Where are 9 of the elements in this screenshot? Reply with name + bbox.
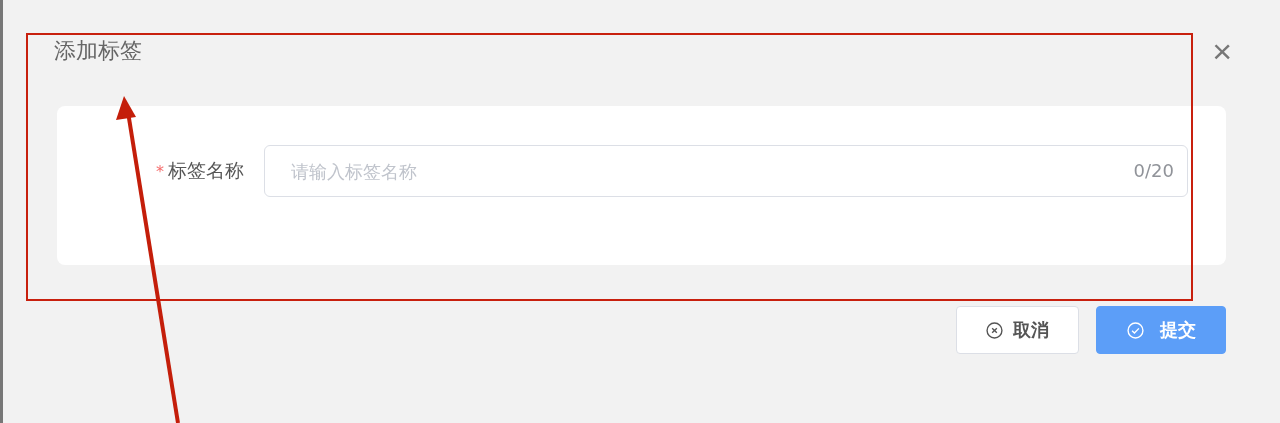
cancel-button[interactable]: 取消 <box>956 306 1079 354</box>
close-circle-icon <box>986 321 1003 339</box>
char-counter: 0/20 <box>1133 159 1174 183</box>
check-circle-icon <box>1126 321 1144 339</box>
submit-button[interactable]: 提交 <box>1096 306 1226 354</box>
dialog-title: 添加标签 <box>54 37 142 65</box>
required-mark: * <box>156 161 164 181</box>
close-button[interactable]: × <box>1212 34 1232 68</box>
field-label: 标签名称 <box>168 158 244 183</box>
